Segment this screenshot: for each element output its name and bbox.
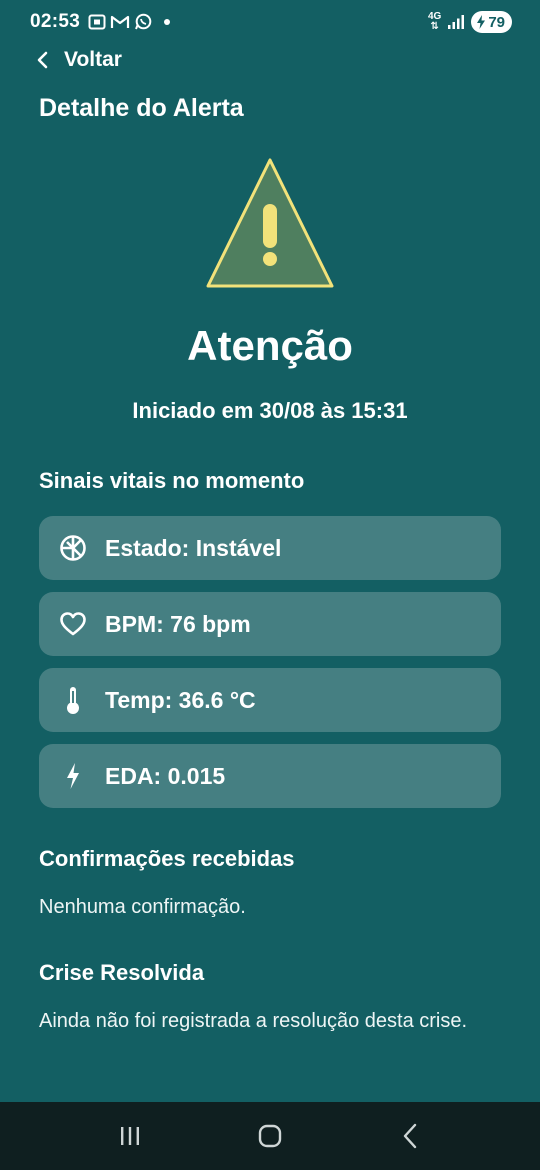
warning-triangle-icon [206,158,334,288]
vital-label-state: Estado: Instável [105,534,282,561]
back-arrow-icon [403,1123,417,1149]
resolution-title: Crise Resolvida [39,960,205,985]
alert-start-time: Iniciado em 30/08 às 15:31 [132,398,408,423]
heart-icon [59,610,87,638]
status-bar: 02:53 4G ⇅ 79 [0,0,540,44]
charging-bolt-icon [477,15,486,29]
vital-card-bpm: BPM: 76 bpm [39,592,501,656]
system-back-button[interactable] [390,1116,430,1156]
vital-label-bpm: BPM: 76 bpm [105,610,251,637]
whatsapp-notification-icon [135,13,152,30]
more-notifications-dot [164,19,171,25]
state-icon [59,534,87,562]
home-button[interactable] [250,1116,290,1156]
recent-apps-button[interactable] [110,1116,150,1156]
gmail-notification-icon [111,15,130,28]
data-arrows-icon: ⇅ [430,21,439,32]
vital-card-eda: EDA: 0.015 [39,744,501,808]
vital-card-state: Estado: Instável [39,516,501,580]
back-label: Voltar [64,48,122,71]
status-left: 02:53 [30,11,171,33]
vital-card-temp: Temp: 36.6 °C [39,668,501,732]
page-title: Detalhe do Alerta [39,94,244,122]
recent-apps-icon [121,1127,139,1145]
status-right: 4G ⇅ 79 [428,11,512,33]
thermometer-icon [59,686,87,714]
confirmations-text: Nenhuma confirmação. [39,896,246,918]
status-time: 02:53 [30,11,81,32]
chevron-left-icon [37,51,48,69]
confirmations-title: Confirmações recebidas [39,846,295,871]
alert-level: Atenção [187,322,353,369]
vital-label-eda: EDA: 0.015 [105,762,226,789]
signal-icon [448,15,465,29]
vital-label-temp: Temp: 36.6 °C [105,686,256,713]
notification-icons [88,13,171,31]
home-icon [258,1124,282,1148]
bolt-icon [59,762,87,790]
vitals-section-title: Sinais vitais no momento [39,468,305,493]
screenshot-notification-icon [88,14,106,30]
battery-level: 79 [488,13,505,31]
battery-indicator: 79 [471,11,512,33]
back-button[interactable]: Voltar [36,44,122,76]
resolution-text: Ainda não foi registrada a resolução des… [39,1010,468,1032]
network-type: 4G ⇅ [428,12,441,32]
system-nav-bar [0,1102,540,1170]
